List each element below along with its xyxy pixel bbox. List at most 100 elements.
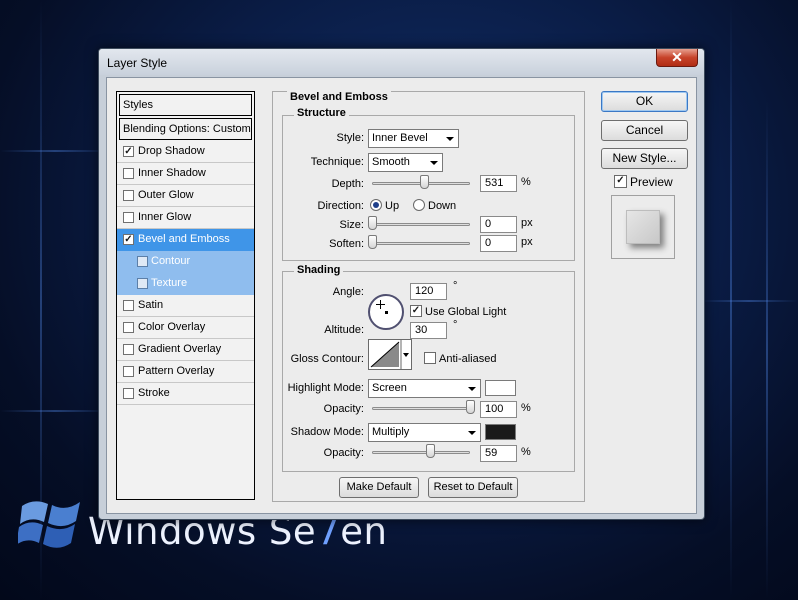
direction-up-radio[interactable] xyxy=(370,199,382,211)
highlight-opacity-slider[interactable] xyxy=(372,400,475,414)
style-item-gradient-overlay[interactable]: Gradient Overlay xyxy=(117,339,254,361)
highlight-mode-select[interactable]: Screen xyxy=(368,379,481,398)
ok-button[interactable]: OK xyxy=(601,91,688,112)
slider-thumb[interactable] xyxy=(368,216,377,230)
style-checkbox[interactable] xyxy=(123,322,134,333)
style-item-texture[interactable]: Texture xyxy=(117,273,254,295)
style-checkbox[interactable] xyxy=(123,366,134,377)
style-item-label: Contour xyxy=(151,255,191,267)
layer-style-dialog: Layer Style ✕ Styles Blending Options: C… xyxy=(98,48,705,520)
style-item-label: Gradient Overlay xyxy=(138,343,222,355)
style-item-bevel-and-emboss[interactable]: ✓ Bevel and Emboss xyxy=(117,229,254,251)
style-item-inner-glow[interactable]: Inner Glow xyxy=(117,207,254,229)
style-item-inner-shadow[interactable]: Inner Shadow xyxy=(117,163,254,185)
shadow-opacity-slider[interactable] xyxy=(372,444,470,458)
style-select[interactable]: Inner Bevel xyxy=(368,129,459,148)
bg-streak xyxy=(700,300,798,302)
style-checkbox[interactable] xyxy=(137,278,148,289)
anti-aliased-checkbox[interactable] xyxy=(424,352,436,364)
title-bar[interactable]: Layer Style ✕ xyxy=(99,49,704,75)
style-checkbox[interactable] xyxy=(123,212,134,223)
angle-label: Angle: xyxy=(332,286,364,298)
style-item-satin[interactable]: Satin xyxy=(117,295,254,317)
style-item-label: Satin xyxy=(138,299,164,311)
preview-label: Preview xyxy=(630,175,673,189)
angle-wheel[interactable] xyxy=(368,294,404,330)
preview-checkbox[interactable]: ✓ xyxy=(614,175,627,188)
style-checkbox[interactable] xyxy=(137,256,148,267)
close-button[interactable]: ✕ xyxy=(656,49,698,67)
highlight-opacity-unit: % xyxy=(521,402,531,414)
soften-unit: px xyxy=(521,236,533,248)
chevron-down-icon xyxy=(468,431,476,435)
use-global-light-checkbox[interactable]: ✓ xyxy=(410,305,422,317)
shadow-mode-select[interactable]: Multiply xyxy=(368,423,481,442)
style-item-drop-shadow[interactable]: ✓ Drop Shadow xyxy=(117,141,254,163)
checkmark-icon: ✓ xyxy=(411,305,421,316)
technique-select[interactable]: Smooth xyxy=(368,153,443,172)
chevron-down-icon xyxy=(468,387,476,391)
size-unit: px xyxy=(521,217,533,229)
blending-options[interactable]: Blending Options: Custom xyxy=(119,118,252,140)
slider-thumb[interactable] xyxy=(419,175,429,189)
soften-input[interactable]: 0 xyxy=(480,235,517,252)
style-item-contour[interactable]: Contour xyxy=(117,251,254,273)
highlight-opacity-label: Opacity: xyxy=(323,403,364,415)
style-item-outer-glow[interactable]: Outer Glow xyxy=(117,185,254,207)
shadow-mode-label: Shadow Mode: xyxy=(290,426,364,438)
altitude-input[interactable]: 30 xyxy=(410,322,447,339)
anti-aliased-label: Anti-aliased xyxy=(439,353,497,365)
style-label: Style: xyxy=(336,132,364,144)
new-style-button[interactable]: New Style... xyxy=(601,148,688,169)
style-checkbox[interactable] xyxy=(123,388,134,399)
chevron-down-icon xyxy=(446,137,454,141)
direction-label: Direction: xyxy=(317,200,364,212)
slider-thumb[interactable] xyxy=(368,235,377,249)
style-item-label: Texture xyxy=(151,277,188,289)
shadow-color-swatch[interactable] xyxy=(485,424,516,440)
direction-down-radio[interactable] xyxy=(413,199,425,211)
gloss-contour-label: Gloss Contour: xyxy=(290,353,364,365)
shading-title: Shading xyxy=(294,264,344,276)
highlight-opacity-input[interactable]: 100 xyxy=(480,401,517,418)
style-checkbox[interactable] xyxy=(123,168,134,179)
style-checkbox[interactable] xyxy=(123,344,134,355)
style-checkbox[interactable]: ✓ xyxy=(123,234,134,245)
shadow-opacity-unit: % xyxy=(521,446,531,458)
shadow-opacity-input[interactable]: 59 xyxy=(480,445,517,462)
direction-up-label: Up xyxy=(385,200,400,212)
styles-list: Styles Blending Options: Custom ✓ Drop Sh… xyxy=(116,91,255,500)
highlight-mode-label: Highlight Mode: xyxy=(287,382,364,394)
size-input[interactable]: 0 xyxy=(480,216,517,233)
style-item-label: Inner Glow xyxy=(138,211,192,223)
close-icon: ✕ xyxy=(671,49,683,65)
size-slider[interactable] xyxy=(368,216,470,230)
bg-streak xyxy=(730,0,732,600)
soften-slider[interactable] xyxy=(368,235,470,249)
highlight-color-swatch[interactable] xyxy=(485,380,516,396)
window-title: Layer Style xyxy=(107,56,168,70)
style-checkbox[interactable]: ✓ xyxy=(123,146,134,157)
altitude-unit: ° xyxy=(453,319,458,331)
slider-thumb[interactable] xyxy=(425,444,435,458)
depth-slider[interactable] xyxy=(372,175,470,189)
depth-input[interactable]: 531 xyxy=(480,175,517,192)
style-item-stroke[interactable]: Stroke xyxy=(117,383,254,405)
bevel-emboss-title: Bevel and Emboss xyxy=(287,91,391,103)
style-checkbox[interactable] xyxy=(123,190,134,201)
style-item-pattern-overlay[interactable]: Pattern Overlay xyxy=(117,361,254,383)
angle-input[interactable]: 120 xyxy=(410,283,447,300)
style-checkbox[interactable] xyxy=(123,300,134,311)
styles-header[interactable]: Styles xyxy=(119,94,252,116)
reset-to-default-button[interactable]: Reset to Default xyxy=(428,477,518,498)
checkmark-icon: ✓ xyxy=(124,234,133,245)
windows-flag-icon xyxy=(18,501,80,548)
depth-unit: % xyxy=(521,176,531,188)
gloss-contour-picker[interactable] xyxy=(368,339,412,370)
make-default-button[interactable]: Make Default xyxy=(339,477,419,498)
bg-streak xyxy=(0,150,110,152)
style-item-color-overlay[interactable]: Color Overlay xyxy=(117,317,254,339)
crosshair-cursor-icon xyxy=(376,300,385,309)
slider-thumb[interactable] xyxy=(466,400,475,414)
cancel-button[interactable]: Cancel xyxy=(601,120,688,141)
